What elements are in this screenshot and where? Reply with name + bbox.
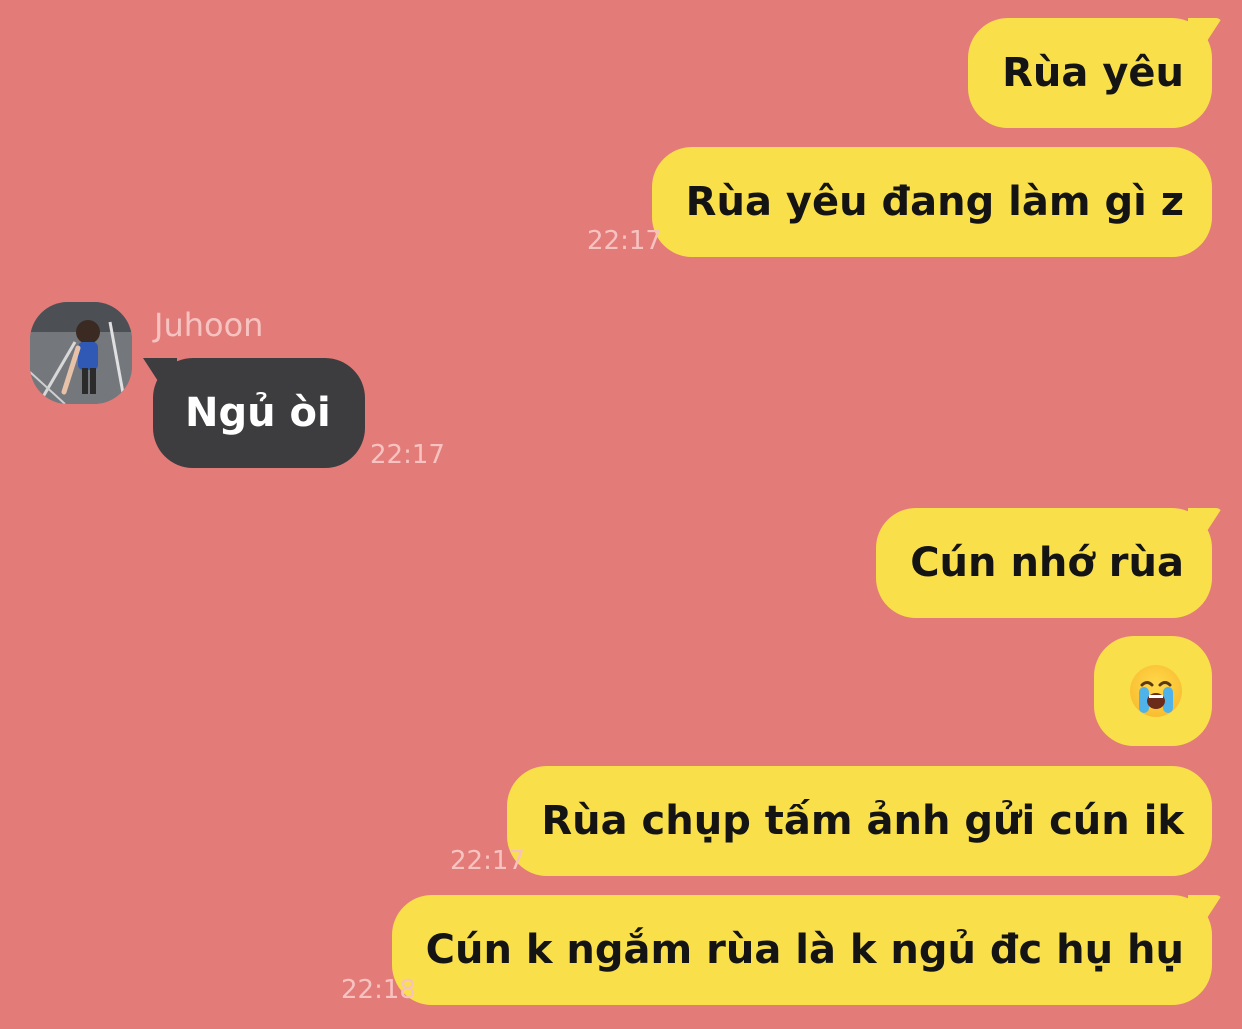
outgoing-emoji-bubble[interactable]: 😭 — [1094, 636, 1212, 746]
sender-name: Juhoon — [154, 306, 264, 344]
outgoing-message-bubble[interactable]: Cún k ngắm rùa là k ngủ đc hụ hụ — [391, 895, 1212, 1005]
message-timestamp: 22:17 — [450, 846, 525, 876]
message-timestamp: 22:18 — [341, 975, 416, 1005]
contact-avatar[interactable] — [30, 302, 132, 404]
message-text: Cún nhớ rùa — [910, 540, 1184, 586]
message-text: Rùa chụp tấm ảnh gửi cún ik — [541, 798, 1184, 844]
outgoing-message-bubble[interactable]: Rùa yêu — [968, 18, 1212, 128]
outgoing-message-bubble[interactable]: Cún nhớ rùa — [876, 508, 1212, 618]
avatar-photo-icon — [30, 302, 132, 404]
message-text: Rùa yêu — [1002, 50, 1184, 96]
loudly-crying-face-icon — [1130, 665, 1182, 717]
chat-thread: Rùa yêu Rùa yêu đang làm gì z 22:17 Juho… — [0, 0, 1242, 1029]
message-timestamp: 22:17 — [587, 226, 662, 256]
incoming-message-bubble[interactable]: Ngủ òi — [153, 358, 365, 468]
message-timestamp: 22:17 — [370, 440, 445, 470]
outgoing-message-bubble[interactable]: Rùa yêu đang làm gì z — [651, 147, 1212, 257]
outgoing-message-bubble[interactable]: Rùa chụp tấm ảnh gửi cún ik — [507, 766, 1212, 876]
message-text: Ngủ òi — [185, 390, 331, 436]
message-text: Cún k ngắm rùa là k ngủ đc hụ hụ — [425, 927, 1184, 973]
message-text: Rùa yêu đang làm gì z — [685, 179, 1184, 225]
